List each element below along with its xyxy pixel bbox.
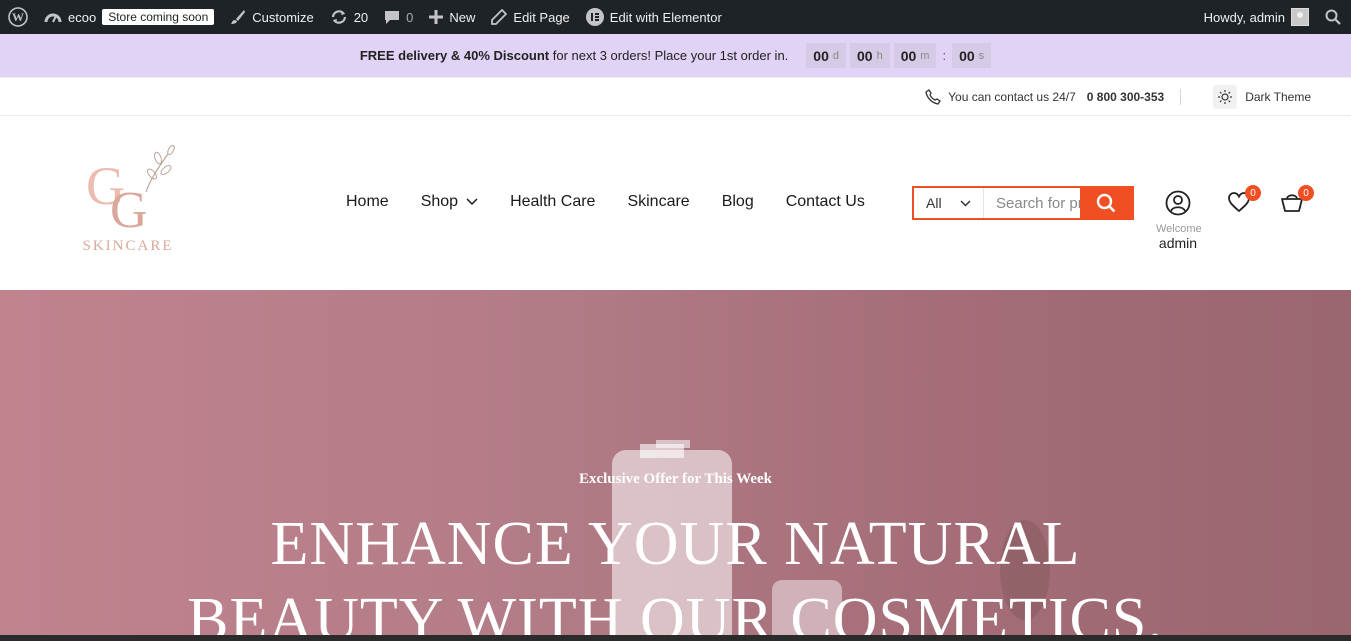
comments-count: 0: [406, 9, 414, 25]
site-logo[interactable]: G G SKINCARE: [78, 142, 178, 257]
account-welcome: Welcome: [1156, 223, 1202, 235]
promo-text: FREE delivery & 40% Discount for next 3 …: [360, 48, 788, 63]
updates-icon: [331, 10, 346, 24]
user-icon: [1165, 190, 1191, 216]
updates-button[interactable]: 20: [322, 0, 376, 34]
dark-theme-toggle[interactable]: Dark Theme: [1213, 84, 1311, 109]
edit-page-button[interactable]: Edit Page: [483, 0, 577, 34]
customize-button[interactable]: Customize: [222, 0, 321, 34]
search-icon: [1096, 193, 1116, 213]
chevron-down-icon: [960, 199, 971, 207]
comment-icon: [385, 11, 400, 24]
logo-monogram: G G: [86, 144, 175, 239]
hero-banner: Exclusive Offer for This Week ENHANCE YO…: [0, 290, 1351, 641]
pencil-icon: [491, 9, 508, 25]
edit-page-label: Edit Page: [513, 9, 570, 25]
hero-title-line1: ENHANCE YOUR NATURAL: [270, 510, 1081, 578]
dark-theme-label: Dark Theme: [1245, 89, 1311, 104]
hero-subtitle: Exclusive Offer for This Week: [578, 471, 773, 487]
sun-icon: [1213, 84, 1238, 109]
contact-text: You can contact us 24/7: [948, 89, 1076, 104]
promo-bar: FREE delivery & 40% Discount for next 3 …: [0, 34, 1351, 77]
timer-minutes: 00 m: [893, 43, 937, 68]
divider: [1180, 88, 1182, 105]
cart-count: 0: [1298, 185, 1314, 201]
contact-info: You can contact us 24/7 0 800 300-353: [925, 88, 1164, 105]
new-label: New: [449, 9, 476, 25]
bottom-edge: [0, 635, 1351, 641]
timer-hours-value: 00: [857, 47, 873, 64]
phone-icon: [925, 88, 942, 105]
timer-seconds-unit: s: [978, 49, 985, 62]
avatar: [1291, 8, 1309, 26]
site-header: G G SKINCARE Home Shop Health Care Skinc…: [0, 116, 1351, 290]
admin-search-button[interactable]: [1317, 0, 1351, 34]
hero-title-line2: BEAUTY WITH OUR COSMETICS.: [187, 586, 1164, 641]
customize-label: Customize: [252, 9, 314, 25]
product-search: All: [912, 186, 1134, 220]
nav-shop-label: Shop: [420, 193, 459, 210]
nav-shop[interactable]: Shop: [421, 193, 478, 211]
chevron-down-icon: [466, 198, 478, 206]
comments-button[interactable]: 0: [376, 0, 421, 34]
search-button[interactable]: [1080, 188, 1132, 218]
nav-contact-us[interactable]: Contact Us: [786, 193, 865, 211]
site-name: ecoo: [68, 9, 97, 25]
wordpress-logo-button[interactable]: W: [0, 0, 36, 34]
admin-bar: W ecoo Store coming soon Customize 20 0 …: [0, 0, 1351, 34]
timer-minutes-value: 00: [900, 47, 917, 64]
account-link[interactable]: Welcome admin: [1156, 190, 1202, 251]
account-menu[interactable]: Howdy, admin: [1196, 0, 1317, 34]
timer-seconds-value: 00: [959, 47, 975, 64]
new-content-button[interactable]: New: [421, 0, 483, 34]
timer-minutes-unit: m: [920, 49, 930, 62]
timer-days-value: 00: [813, 47, 829, 64]
timer-separator: :: [942, 48, 947, 63]
hero-title: ENHANCE YOUR NATURAL BEAUTY WITH OUR COS…: [0, 506, 1351, 641]
search-icon: [1325, 9, 1341, 25]
countdown-timer: 00 d 00 h 00 m : 00 s: [806, 43, 992, 68]
pump-nozzle-image: [656, 440, 690, 448]
updates-count: 20: [353, 9, 369, 25]
edit-with-elementor-button[interactable]: Edit with Elementor: [578, 0, 730, 34]
timer-seconds: 00 s: [952, 43, 992, 68]
cart-button[interactable]: 0: [1280, 185, 1314, 218]
account-username: admin: [1158, 235, 1198, 251]
timer-hours: 00 h: [850, 43, 890, 68]
promo-bold-text: FREE delivery & 40% Discount: [359, 48, 550, 63]
dashboard-icon: [44, 13, 62, 23]
nav-blog[interactable]: Blog: [722, 193, 754, 211]
nav-health-care[interactable]: Health Care: [510, 193, 595, 211]
svg-text:G: G: [110, 182, 148, 237]
search-category-value: All: [926, 195, 942, 211]
howdy-label: Howdy, admin: [1203, 9, 1285, 25]
timer-hours-unit: h: [876, 49, 883, 62]
contact-phone[interactable]: 0 800 300-353: [1087, 90, 1164, 104]
nav-skincare[interactable]: Skincare: [627, 193, 689, 211]
timer-days-unit: d: [832, 49, 839, 62]
wordpress-icon: W: [8, 7, 28, 27]
store-coming-soon-badge[interactable]: Store coming soon: [102, 9, 215, 25]
edit-elementor-label: Edit with Elementor: [609, 9, 722, 25]
plus-icon: [429, 10, 444, 24]
search-input[interactable]: [984, 188, 1080, 218]
promo-regular-text: for next 3 orders! Place your 1st order …: [549, 48, 789, 63]
brush-icon: [231, 10, 246, 24]
wishlist-count: 0: [1245, 185, 1261, 201]
svg-text:W: W: [12, 10, 24, 24]
search-category-select[interactable]: All: [914, 188, 984, 218]
wishlist-button[interactable]: 0: [1227, 185, 1261, 218]
elementor-icon: [585, 8, 604, 26]
top-info-bar: You can contact us 24/7 0 800 300-353 Da…: [0, 77, 1351, 116]
main-nav: Home Shop Health Care Skincare Blog Cont…: [346, 193, 897, 211]
site-name-menu[interactable]: ecoo Store coming soon: [36, 0, 222, 34]
logo-text: SKINCARE: [82, 238, 174, 254]
timer-days: 00 d: [806, 43, 846, 68]
nav-home[interactable]: Home: [346, 193, 389, 211]
